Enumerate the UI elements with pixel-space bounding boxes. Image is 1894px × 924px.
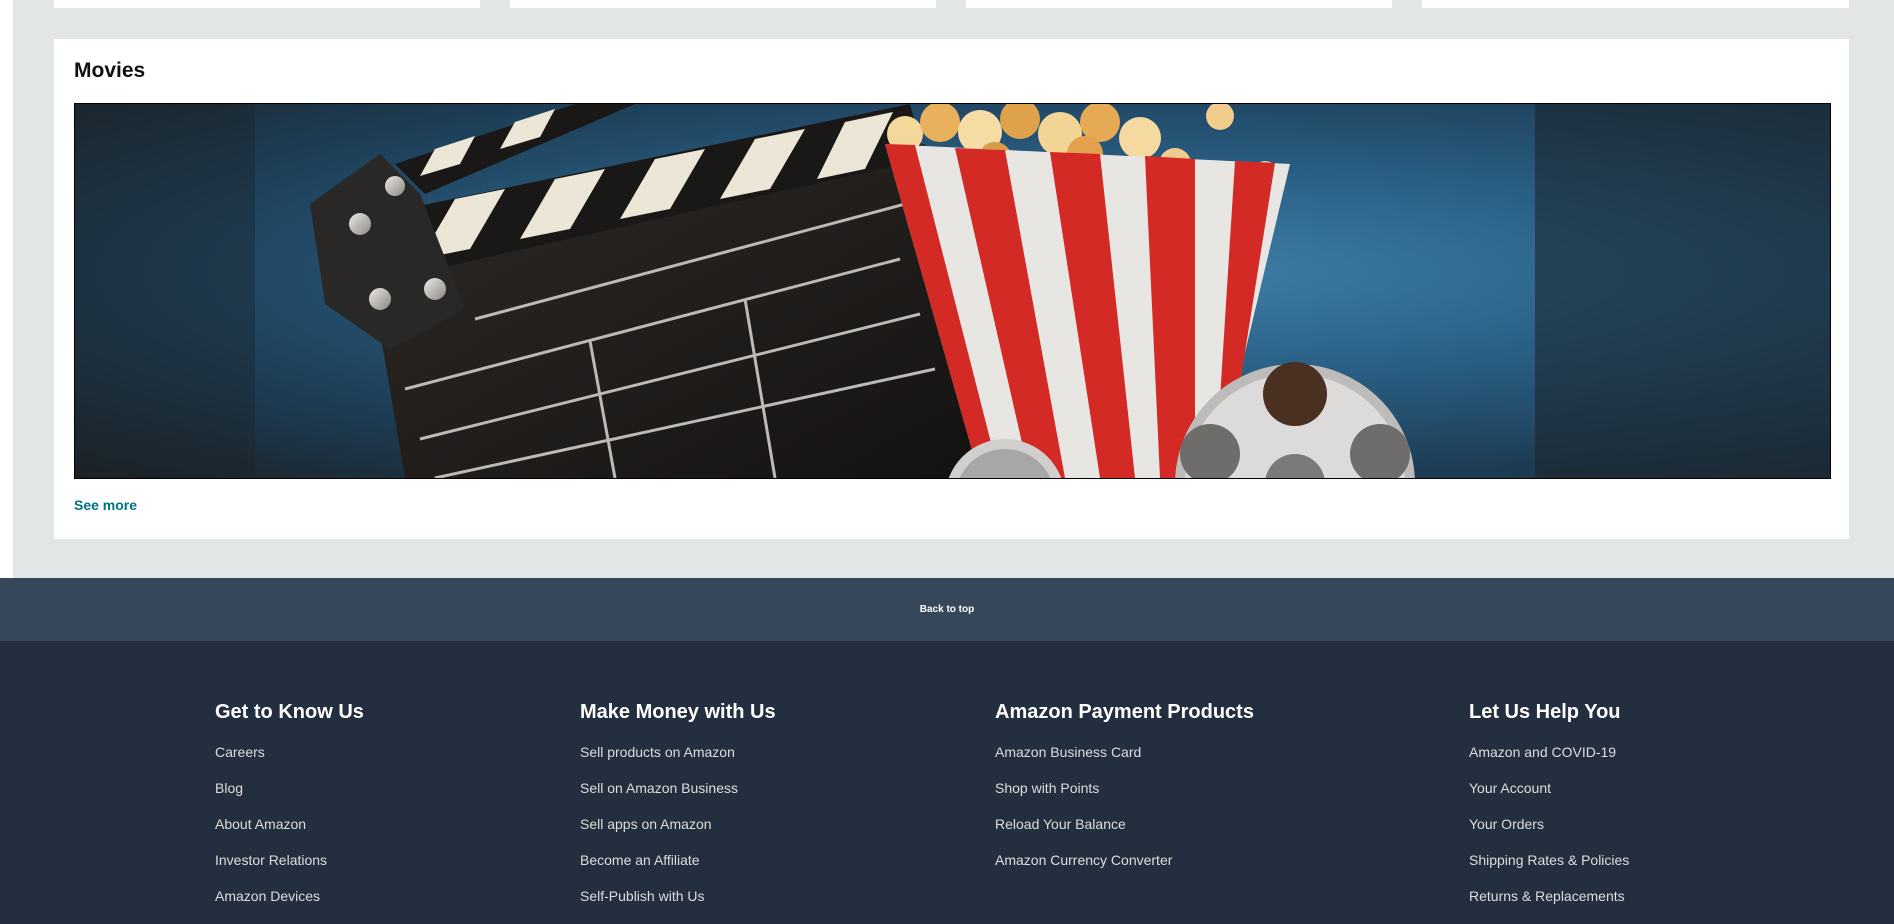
back-to-top-button[interactable]: Back to top: [0, 578, 1894, 641]
footer-link-amazon-devices[interactable]: Amazon Devices: [215, 886, 364, 922]
footer-link-about-amazon[interactable]: About Amazon: [215, 814, 364, 850]
footer-link-shop-with-points[interactable]: Shop with Points: [995, 778, 1254, 814]
footer-link-returns[interactable]: Returns & Replacements: [1469, 886, 1629, 922]
footer-link-investor-relations[interactable]: Investor Relations: [215, 850, 364, 886]
footer-link-business-card[interactable]: Amazon Business Card: [995, 742, 1254, 778]
footer-column-make-money: Make Money with Us Sell products on Amaz…: [580, 699, 776, 922]
see-more-link[interactable]: See more: [74, 497, 137, 513]
footer-link-your-orders[interactable]: Your Orders: [1469, 814, 1629, 850]
footer-link-careers[interactable]: Careers: [215, 742, 364, 778]
footer-link-sell-business[interactable]: Sell on Amazon Business: [580, 778, 776, 814]
footer-link-covid[interactable]: Amazon and COVID-19: [1469, 742, 1629, 778]
footer-heading: Amazon Payment Products: [995, 701, 1254, 723]
footer-link-list: Sell products on Amazon Sell on Amazon B…: [580, 742, 776, 922]
footer-link-blog[interactable]: Blog: [215, 778, 364, 814]
movies-image[interactable]: [74, 103, 1831, 479]
footer-heading: Get to Know Us: [215, 701, 364, 723]
footer-link-become-affiliate[interactable]: Become an Affiliate: [580, 850, 776, 886]
top-card-3: [966, 0, 1392, 8]
footer-link-self-publish[interactable]: Self-Publish with Us: [580, 886, 776, 922]
footer-link-currency-converter[interactable]: Amazon Currency Converter: [995, 850, 1254, 886]
page-edge-strip: [0, 0, 13, 578]
top-card-2: [510, 0, 936, 8]
footer-column-let-us-help: Let Us Help You Amazon and COVID-19 Your…: [1469, 699, 1629, 922]
footer-heading: Let Us Help You: [1469, 701, 1621, 723]
footer-heading: Make Money with Us: [580, 701, 776, 723]
top-card-4: [1422, 0, 1849, 8]
footer-link-sell-apps[interactable]: Sell apps on Amazon: [580, 814, 776, 850]
footer-column-payment-products: Amazon Payment Products Amazon Business …: [995, 699, 1254, 886]
footer-link-list: Amazon Business Card Shop with Points Re…: [995, 742, 1254, 886]
footer-link-shipping-rates[interactable]: Shipping Rates & Policies: [1469, 850, 1629, 886]
footer-link-list: Careers Blog About Amazon Investor Relat…: [215, 742, 364, 922]
movies-card-title: Movies: [74, 59, 146, 82]
footer-link-sell-products[interactable]: Sell products on Amazon: [580, 742, 776, 778]
movies-card: Movies See more: [54, 39, 1849, 539]
footer-link-your-account[interactable]: Your Account: [1469, 778, 1629, 814]
footer-column-get-to-know-us: Get to Know Us Careers Blog About Amazon…: [215, 699, 364, 922]
movies-illustration: [75, 104, 1830, 478]
footer-link-list: Amazon and COVID-19 Your Account Your Or…: [1469, 742, 1629, 922]
footer: Get to Know Us Careers Blog About Amazon…: [0, 641, 1894, 924]
footer-link-reload-balance[interactable]: Reload Your Balance: [995, 814, 1254, 850]
top-card-1: [54, 0, 480, 8]
